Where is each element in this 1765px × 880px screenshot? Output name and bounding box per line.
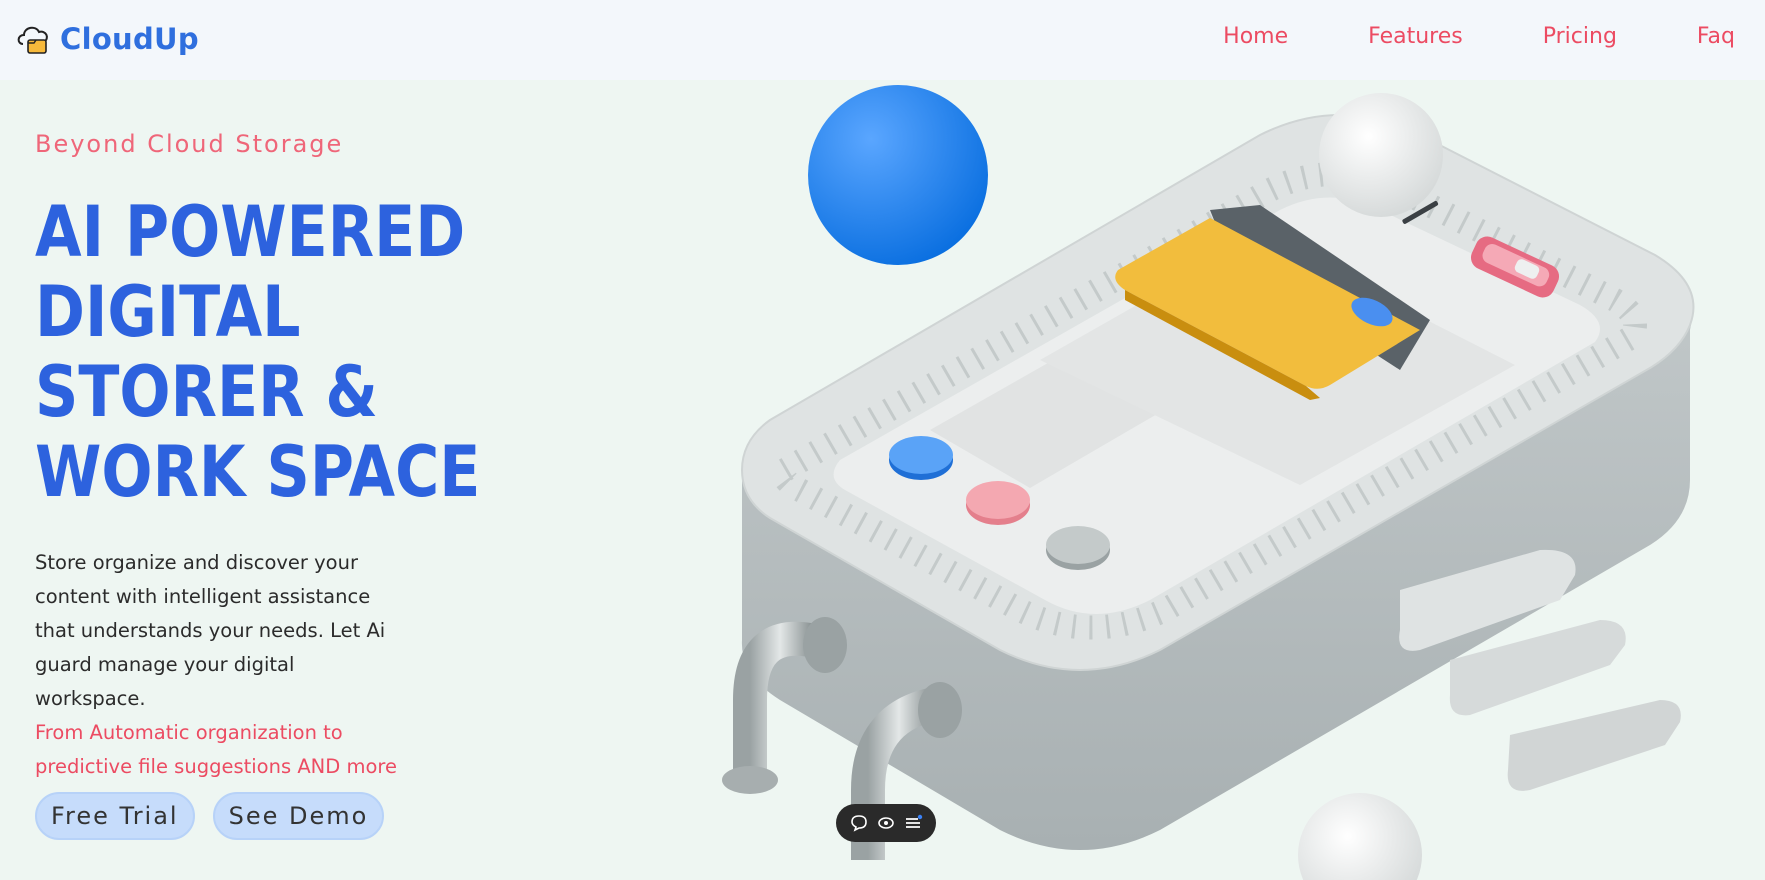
blue-sphere-decor: [808, 85, 988, 265]
hero-description: Store organize and discover your content…: [35, 551, 386, 710]
nav-features[interactable]: Features: [1368, 24, 1463, 49]
hero-text: Beyond Cloud Storage AI POWERED DIGITAL …: [35, 130, 595, 784]
comment-icon[interactable]: [849, 813, 869, 833]
nav-pricing[interactable]: Pricing: [1543, 24, 1617, 49]
headline-line-2: DIGITAL: [35, 271, 301, 353]
white-sphere-bottom-decor: [1298, 793, 1422, 880]
headline-line-4: WORK SPACE: [35, 431, 481, 513]
hero-headline: AI POWERED DIGITAL STORER & WORK SPACE: [35, 192, 595, 512]
cloud-folder-icon: [17, 26, 48, 54]
headline-line-1: AI POWERED: [35, 191, 466, 273]
eye-icon[interactable]: [876, 813, 896, 833]
white-sphere-decor: [1319, 93, 1443, 217]
nav-faq[interactable]: Faq: [1697, 24, 1735, 49]
main-nav: Home Features Pricing Faq: [1143, 24, 1735, 49]
hero-highlight: From Automatic organization to predictiv…: [35, 721, 397, 778]
nav-home[interactable]: Home: [1223, 24, 1288, 49]
headline-line-3: STORER &: [35, 351, 378, 433]
hero-illustration: [722, 85, 1695, 880]
see-demo-button[interactable]: See Demo: [212, 792, 385, 840]
top-navbar: CloudUp Home Features Pricing Faq: [0, 0, 1765, 80]
hero-eyebrow: Beyond Cloud Storage: [35, 130, 344, 158]
menu-icon[interactable]: [903, 813, 923, 833]
free-trial-button[interactable]: Free Trial: [35, 792, 195, 840]
cta-buttons: Free Trial See Demo: [35, 792, 402, 840]
brand-logo[interactable]: CloudUp: [14, 20, 199, 58]
brand-name: CloudUp: [60, 22, 199, 56]
floating-toolbar: [836, 804, 936, 842]
